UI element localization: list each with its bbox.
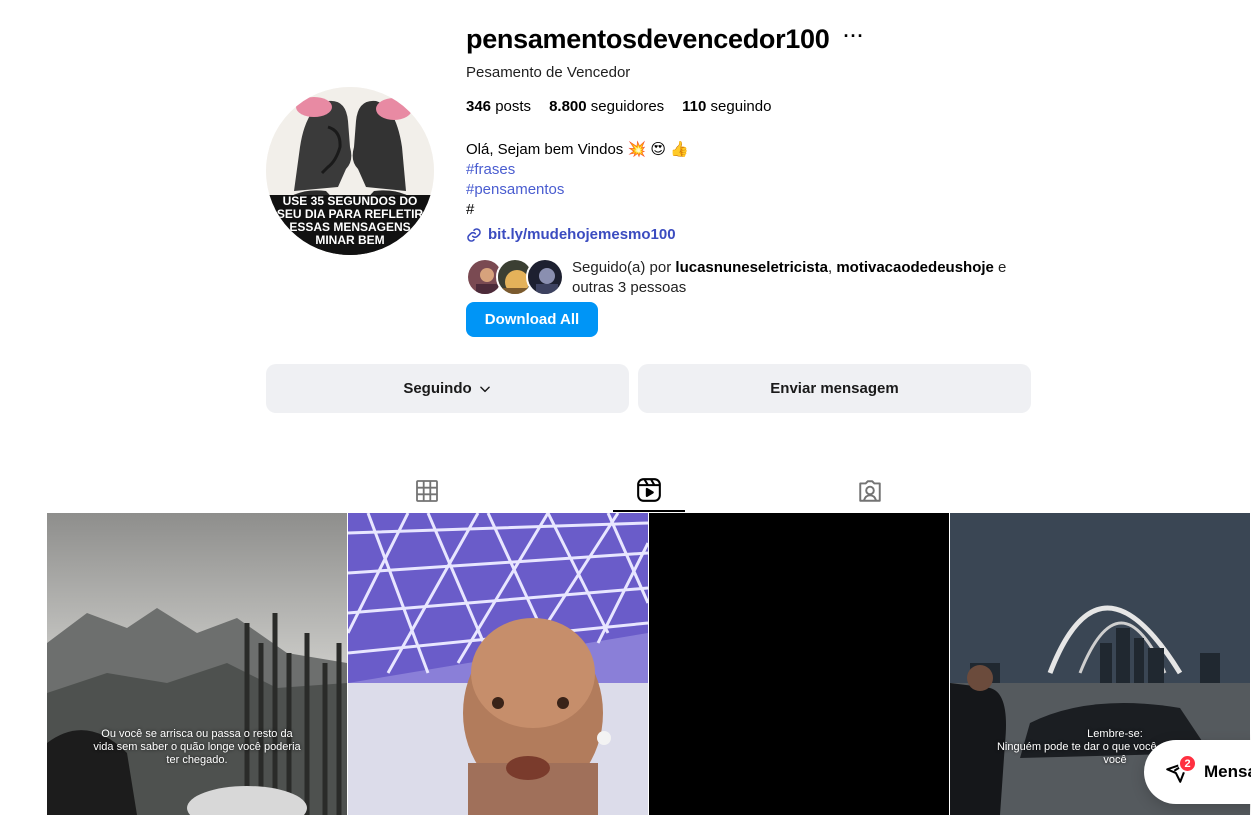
- following-label: Seguindo: [403, 380, 472, 397]
- follower-avatar-3[interactable]: [526, 258, 564, 296]
- thumbs-up-emoji: 👍: [670, 141, 689, 159]
- link-text[interactable]: bit.ly/mudehojemesmo100: [488, 226, 676, 243]
- reel-tile-1[interactable]: Ou você se arrisca ou passa o resto da v…: [47, 513, 347, 815]
- profile-bio: Olá, Sejam bem Vindos 💥 😍 👍 #frases #pen…: [466, 140, 689, 220]
- other-followers[interactable]: outras 3 pessoas: [572, 279, 686, 296]
- chevron-down-icon: [479, 386, 490, 392]
- tab-posts[interactable]: [391, 470, 463, 512]
- followed-by-text[interactable]: Seguido(a) por lucasnuneseletricista, mo…: [572, 258, 1012, 298]
- following-stat[interactable]: 110 seguindo: [682, 98, 771, 115]
- bio-greeting-line: Olá, Sejam bem Vindos 💥 😍 👍: [466, 140, 689, 160]
- avatar-text-3: ESSAS MENSAGENS: [289, 220, 410, 234]
- profile-link[interactable]: bit.ly/mudehojemesmo100: [466, 226, 676, 243]
- profile-stats: 346 posts 8.800 seguidores 110 seguindo: [466, 98, 771, 115]
- more-options-button[interactable]: ···: [843, 26, 864, 47]
- follower-name-2[interactable]: motivacaodedeushoje: [836, 259, 994, 276]
- link-icon: [467, 227, 481, 242]
- hashtag-pensamentos[interactable]: #pensamentos: [466, 180, 689, 200]
- messages-badge: 2: [1178, 754, 1197, 773]
- profile-username: pensamentosdevencedor100: [466, 24, 830, 54]
- reel-tile-2[interactable]: [348, 513, 648, 815]
- reels-icon: [637, 478, 661, 502]
- posts-stat: 346 posts: [466, 98, 532, 115]
- heart-eyes-emoji: 😍: [650, 141, 666, 159]
- avatar-text-1: USE 35 SEGUNDOS DO: [283, 194, 418, 208]
- followed-by[interactable]: Seguido(a) por lucasnuneseletricista, mo…: [466, 258, 1012, 298]
- profile-avatar[interactable]: USE 35 SEGUNDOS DO SEU DIA PARA REFLETIR…: [266, 87, 434, 255]
- messages-label[interactable]: Mensa: [1204, 762, 1251, 782]
- profile-full-name: Pesamento de Vencedor: [466, 64, 631, 81]
- followers-stat[interactable]: 8.800 seguidores: [549, 98, 664, 115]
- username-row: pensamentosdevencedor100 ···: [466, 24, 864, 55]
- follower-avatars[interactable]: [466, 258, 564, 296]
- reel-1-caption: Ou você se arrisca ou passa o resto da v…: [93, 728, 301, 766]
- avatar-text-2: SEU DIA PARA REFLETIR: [277, 207, 424, 221]
- download-all-button[interactable]: Download All: [466, 302, 598, 337]
- hashtag-frases[interactable]: #frases: [466, 160, 689, 180]
- following-button[interactable]: Seguindo: [266, 364, 629, 413]
- avatar-text-4: MINAR BEM: [315, 233, 384, 247]
- follower-name-1[interactable]: lucasnuneseletricista: [675, 259, 828, 276]
- bio-greeting: Olá, Sejam bem Vindos: [466, 141, 624, 158]
- bio-hash-line: #: [466, 201, 475, 219]
- tab-tagged[interactable]: [834, 470, 906, 512]
- explosion-emoji: 💥: [627, 141, 647, 159]
- send-message-button[interactable]: Enviar mensagem: [638, 364, 1031, 413]
- send-message-label: Enviar mensagem: [770, 380, 899, 397]
- reels-grid: Ou você se arrisca ou passa o resto da v…: [47, 513, 1250, 815]
- messages-widget[interactable]: 2 Mensa: [1144, 740, 1251, 804]
- reel-tile-3[interactable]: [649, 513, 949, 815]
- grid-icon: [416, 480, 438, 502]
- tagged-icon: [859, 480, 881, 502]
- tab-reels[interactable]: [613, 470, 685, 512]
